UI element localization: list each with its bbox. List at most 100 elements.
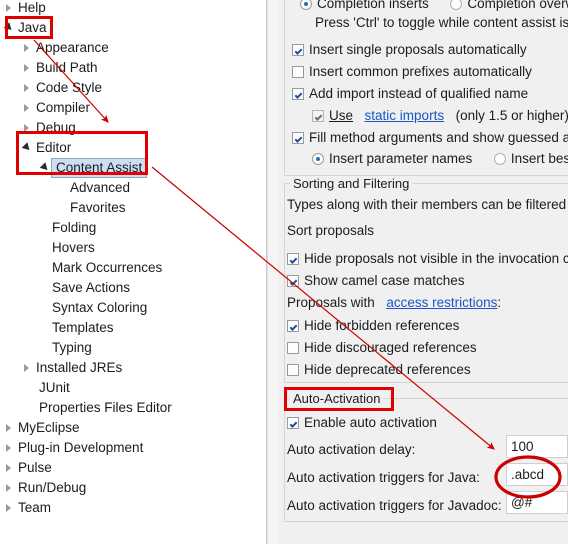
chevron-right-icon[interactable] bbox=[22, 38, 33, 58]
chevron-right-icon[interactable] bbox=[22, 358, 33, 378]
insert-best-guess-radio[interactable] bbox=[493, 153, 506, 165]
java-triggers-label: Auto activation triggers for Java: bbox=[287, 470, 480, 485]
hide-deprecated-checkbox[interactable] bbox=[287, 364, 299, 376]
insert-parameter-names-radio[interactable] bbox=[312, 153, 324, 165]
hide-not-visible-checkbox[interactable] bbox=[287, 253, 299, 265]
use-static-imports-label: Use bbox=[329, 108, 354, 123]
javadoc-triggers-label: Auto activation triggers for Javadoc: bbox=[287, 498, 502, 513]
sorting-description-label: Types along with their members can be fi… bbox=[287, 197, 567, 212]
tree-item-label: Syntax Coloring bbox=[52, 300, 148, 315]
chevron-down-icon[interactable] bbox=[40, 158, 51, 178]
tree-item-java[interactable]: Java bbox=[4, 18, 47, 38]
tree-item-label: Java bbox=[18, 20, 47, 35]
chevron-right-icon[interactable] bbox=[22, 78, 33, 98]
tree-item-debug[interactable]: Debug bbox=[22, 118, 76, 138]
tree-item-mark-occurrences[interactable]: Mark Occurrences bbox=[49, 258, 162, 278]
insert-single-proposals-checkbox[interactable] bbox=[292, 44, 304, 56]
insert-common-prefixes-row[interactable]: Insert common prefixes automatically bbox=[292, 63, 532, 81]
chevron-right-icon[interactable] bbox=[4, 0, 15, 18]
enable-auto-activation-row[interactable]: Enable auto activation bbox=[287, 414, 437, 432]
tree-item-advanced[interactable]: Advanced bbox=[67, 178, 130, 198]
chevron-right-icon[interactable] bbox=[4, 418, 15, 438]
hide-forbidden-row[interactable]: Hide forbidden references bbox=[287, 317, 459, 335]
tree-item-installed-jres[interactable]: Installed JREs bbox=[22, 358, 122, 378]
tree-item-help[interactable]: Help bbox=[4, 0, 46, 18]
hide-forbidden-checkbox[interactable] bbox=[287, 320, 299, 332]
completion-overwrites-radio[interactable] bbox=[450, 0, 463, 10]
show-camel-case-checkbox[interactable] bbox=[287, 275, 299, 287]
hide-discouraged-row[interactable]: Hide discouraged references bbox=[287, 339, 477, 357]
chevron-right-icon[interactable] bbox=[22, 118, 33, 138]
chevron-down-icon[interactable] bbox=[22, 138, 33, 158]
tree-item-syntax-coloring[interactable]: Syntax Coloring bbox=[49, 298, 147, 318]
show-camel-case-label: Show camel case matches bbox=[304, 273, 465, 288]
fill-method-arguments-checkbox[interactable] bbox=[292, 132, 304, 144]
tree-item-typing[interactable]: Typing bbox=[49, 338, 92, 358]
tree-item-folding[interactable]: Folding bbox=[49, 218, 96, 238]
tree-item-appearance[interactable]: Appearance bbox=[22, 38, 109, 58]
proposals-with-colon: : bbox=[497, 295, 502, 310]
completion-inserts-label: Completion inserts bbox=[317, 0, 429, 11]
chevron-right-icon[interactable] bbox=[22, 58, 33, 78]
tree-item-myeclipse[interactable]: MyEclipse bbox=[4, 418, 80, 438]
insert-common-prefixes-checkbox[interactable] bbox=[292, 66, 304, 78]
tree-item-junit[interactable]: JUnit bbox=[36, 378, 70, 398]
access-restrictions-link[interactable]: access restrictions bbox=[386, 295, 497, 310]
tree-item-team[interactable]: Team bbox=[4, 498, 51, 518]
tree-item-properties-files-editor[interactable]: Properties Files Editor bbox=[36, 398, 172, 418]
chevron-down-icon[interactable] bbox=[4, 18, 15, 38]
tree-item-compiler[interactable]: Compiler bbox=[22, 98, 90, 118]
use-static-imports-row[interactable]: Use static imports (only 1.5 or higher) bbox=[312, 107, 568, 125]
chevron-right-icon[interactable] bbox=[4, 458, 15, 478]
auto-activation-delay-row: Auto activation delay: bbox=[287, 441, 415, 459]
tree-item-hovers[interactable]: Hovers bbox=[49, 238, 95, 258]
add-import-row[interactable]: Add import instead of qualified name bbox=[292, 85, 528, 103]
tree-item-label: Run/Debug bbox=[18, 480, 87, 495]
preferences-tree[interactable]: Help Java Appearance Build Path Code Sty… bbox=[0, 0, 268, 544]
tree-item-pulse[interactable]: Pulse bbox=[4, 458, 52, 478]
java-triggers-row: Auto activation triggers for Java: bbox=[287, 469, 480, 487]
auto-activation-delay-input[interactable]: 100 bbox=[506, 435, 568, 458]
tree-item-label: Mark Occurrences bbox=[52, 260, 163, 275]
tree-item-save-actions[interactable]: Save Actions bbox=[49, 278, 130, 298]
tree-item-plug-in-development[interactable]: Plug-in Development bbox=[4, 438, 143, 458]
insert-single-proposals-row[interactable]: Insert single proposals automatically bbox=[292, 41, 527, 59]
completion-inserts-radio[interactable] bbox=[300, 0, 312, 10]
add-import-checkbox[interactable] bbox=[292, 88, 304, 100]
enable-auto-activation-checkbox[interactable] bbox=[287, 417, 299, 429]
sort-proposals-row: Sort proposals bbox=[287, 222, 374, 240]
hide-not-visible-label: Hide proposals not visible in the invoca… bbox=[304, 251, 568, 266]
ctrl-toggle-hint-label: Press 'Ctrl' to toggle while content ass… bbox=[315, 15, 568, 30]
tree-item-templates[interactable]: Templates bbox=[49, 318, 114, 338]
tree-item-favorites[interactable]: Favorites bbox=[67, 198, 126, 218]
fill-method-arguments-row[interactable]: Fill method arguments and show guessed a… bbox=[292, 129, 568, 147]
tree-item-label: Content Assist bbox=[51, 158, 148, 178]
tree-item-label: Build Path bbox=[36, 60, 98, 75]
auto-activation-group-title: Auto-Activation bbox=[290, 391, 384, 406]
static-imports-link[interactable]: static imports bbox=[365, 108, 445, 123]
tree-item-label: Compiler bbox=[36, 100, 91, 115]
show-camel-case-row[interactable]: Show camel case matches bbox=[287, 272, 465, 290]
use-static-imports-checkbox[interactable] bbox=[312, 110, 324, 122]
insert-common-prefixes-label: Insert common prefixes automatically bbox=[309, 64, 532, 79]
javadoc-triggers-input[interactable]: @# bbox=[506, 491, 568, 514]
sort-proposals-label: Sort proposals bbox=[287, 223, 375, 238]
completion-inserts-radio-row[interactable]: Completion inserts Completion overwrite bbox=[300, 0, 568, 13]
tree-item-label: Save Actions bbox=[52, 280, 131, 295]
hide-deprecated-row[interactable]: Hide deprecated references bbox=[287, 361, 471, 379]
tree-item-editor[interactable]: Editor bbox=[22, 138, 71, 158]
hide-forbidden-label: Hide forbidden references bbox=[304, 318, 460, 333]
hide-discouraged-checkbox[interactable] bbox=[287, 342, 299, 354]
chevron-right-icon[interactable] bbox=[4, 438, 15, 458]
hide-not-visible-row[interactable]: Hide proposals not visible in the invoca… bbox=[287, 250, 568, 268]
chevron-right-icon[interactable] bbox=[4, 478, 15, 498]
java-triggers-input[interactable]: .abcd bbox=[506, 463, 568, 486]
chevron-right-icon[interactable] bbox=[22, 98, 33, 118]
tree-item-content-assist[interactable]: Content Assist bbox=[40, 158, 148, 178]
tree-item-build-path[interactable]: Build Path bbox=[22, 58, 98, 78]
tree-item-run-debug[interactable]: Run/Debug bbox=[4, 478, 86, 498]
tree-item-label: Code Style bbox=[36, 80, 103, 95]
chevron-right-icon[interactable] bbox=[4, 498, 15, 518]
parameter-names-radio-row[interactable]: Insert parameter names Insert best g bbox=[312, 150, 568, 168]
tree-item-code-style[interactable]: Code Style bbox=[22, 78, 102, 98]
